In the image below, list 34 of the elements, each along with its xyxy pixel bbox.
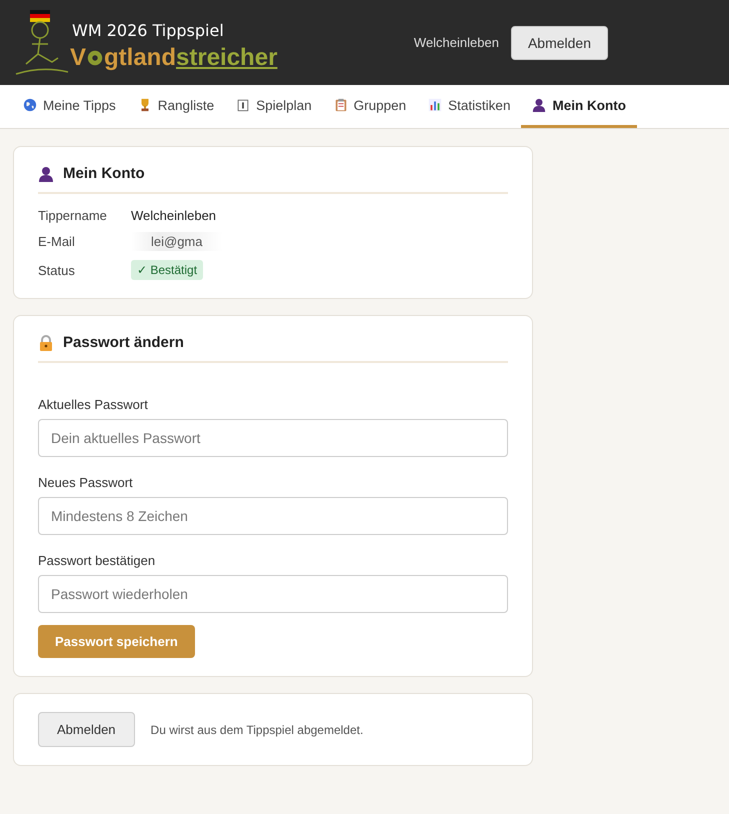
password-field[interactable]: Dein aktuelles Passwort xyxy=(38,419,508,457)
status-badge: ✓ Bestätigt xyxy=(131,260,204,280)
field-label: Neues Passwort xyxy=(38,475,134,490)
person-icon xyxy=(38,166,54,182)
nav-tab[interactable]: Meine Tipps xyxy=(12,85,127,128)
field-label: Passwort bestätigen xyxy=(38,553,156,568)
nav-tab[interactable]: Statistiken xyxy=(417,85,522,128)
field-label: Aktuelles Passwort xyxy=(38,397,149,412)
field-label: Tippername xyxy=(38,208,108,223)
lock-icon xyxy=(38,334,54,350)
field-label: Status xyxy=(38,262,76,278)
brand-text: streicher xyxy=(176,44,278,72)
password-field[interactable]: Passwort wiederholen xyxy=(38,575,508,613)
field-label: E-Mail xyxy=(38,234,76,249)
bar-chart-icon xyxy=(428,98,442,112)
nav-tab[interactable]: Spielplan xyxy=(225,85,323,128)
logout-button[interactable]: Abmelden xyxy=(38,712,135,747)
card-title: Passwort ändern xyxy=(63,334,184,351)
card-title: Mein Konto xyxy=(63,165,145,182)
globe-icon xyxy=(23,98,37,112)
password-field[interactable]: Mindestens 8 Zeichen xyxy=(38,497,508,535)
nav-tab[interactable]: Gruppen xyxy=(322,85,418,128)
clipboard-icon xyxy=(334,98,348,112)
person-icon xyxy=(532,98,546,112)
nav-tab[interactable]: Rangliste xyxy=(126,85,226,128)
nav-tab[interactable]: Mein Konto xyxy=(521,85,637,128)
field-value: Welcheinleben xyxy=(131,208,216,223)
brand-text: V xyxy=(70,44,86,72)
site-title: WM 2026 Tippspiel xyxy=(72,20,225,40)
logout-button[interactable]: Abmelden xyxy=(510,26,608,60)
brand-text: gtland xyxy=(104,44,176,72)
ball-icon xyxy=(86,48,104,66)
username: Welcheinleben xyxy=(414,35,499,50)
logout-note: Du wirst aus dem Tippspiel abgemeldet. xyxy=(150,722,364,736)
